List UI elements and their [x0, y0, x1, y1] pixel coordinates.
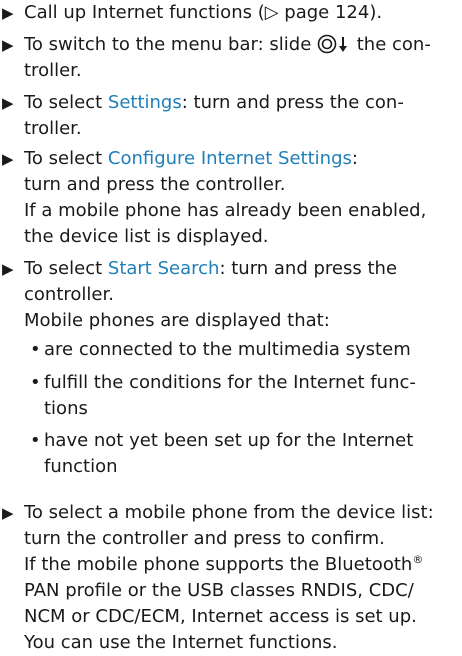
- condition-text: function: [44, 456, 118, 477]
- step-text: : turn and press the: [219, 258, 398, 279]
- condition-list-item: • have not yet been set up for the Intern…: [0, 428, 458, 480]
- step-text: turn the controller and press to confirm…: [24, 528, 385, 549]
- manual-page: ▶ Call up Internet functions (▷ page 124)…: [0, 0, 462, 653]
- step-text: To select: [24, 92, 103, 113]
- triangle-right-icon: ▶: [2, 4, 14, 22]
- step-text: :: [351, 148, 358, 169]
- step-note: the device list is displayed.: [24, 226, 269, 247]
- step-text: troller.: [24, 60, 82, 81]
- step-text: To select a mobile phone from the device…: [24, 502, 434, 523]
- controller-slide-down-icon: [317, 34, 347, 54]
- triangle-right-icon: ▶: [2, 94, 14, 112]
- bullet-icon: •: [30, 339, 41, 360]
- step-configure-internet: ▶ To select Configure Internet Settings: …: [0, 146, 458, 250]
- bullet-icon: •: [30, 430, 41, 451]
- menu-term-configure-internet-settings: Configure Internet Settings: [107, 148, 352, 169]
- step-switch-menu-bar: ▶ To switch to the menu bar: slide the co…: [0, 32, 458, 84]
- step-select-settings: ▶ To select Settings: turn and press the …: [0, 90, 458, 142]
- step-note: You can use the Internet functions.: [24, 632, 338, 653]
- condition-list-item: • are connected to the multimedia system: [0, 337, 458, 363]
- condition-text: tions: [44, 398, 88, 419]
- step-note: If a mobile phone has already been enabl…: [24, 200, 427, 221]
- registered-mark: ®: [412, 553, 424, 566]
- step-note: Mobile phones are displayed that:: [24, 310, 330, 331]
- triangle-right-icon: ▶: [2, 504, 14, 522]
- menu-term-start-search: Start Search: [107, 258, 220, 279]
- step-text: the con-: [356, 34, 431, 55]
- step-note: PAN profile or the USB classes RNDIS, CD…: [24, 580, 414, 601]
- step-start-search: ▶ To select Start Search: turn and press …: [0, 256, 458, 334]
- step-call-up-internet: ▶ Call up Internet functions (▷ page 124)…: [0, 0, 458, 26]
- condition-text: fulfill the conditions for the Internet …: [44, 372, 416, 393]
- step-note: If the mobile phone supports the Bluetoo…: [24, 554, 413, 575]
- triangle-right-icon: ▶: [2, 260, 14, 278]
- step-text: controller.: [24, 284, 114, 305]
- triangle-right-icon: ▶: [2, 150, 14, 168]
- condition-list-item: • fulfill the conditions for the Internet…: [0, 370, 458, 422]
- condition-text: have not yet been set up for the Interne…: [44, 430, 414, 451]
- step-note: NCM or CDC/ECM, Internet access is set u…: [24, 606, 417, 627]
- step-select-phone: ▶ To select a mobile phone from the devic…: [0, 500, 458, 656]
- step-text: To switch to the menu bar: slide: [24, 34, 312, 55]
- step-text: To select: [24, 258, 103, 279]
- step-text: : turn and press the con-: [181, 92, 404, 113]
- step-text: Call up Internet functions (▷ page 124).: [24, 2, 383, 23]
- bullet-icon: •: [30, 372, 41, 393]
- step-text: troller.: [24, 118, 82, 139]
- menu-term-settings: Settings: [107, 92, 182, 113]
- triangle-right-icon: ▶: [2, 36, 14, 54]
- step-text: turn and press the controller.: [24, 174, 286, 195]
- condition-text: are connected to the multimedia system: [44, 339, 411, 360]
- step-text: To select: [24, 148, 103, 169]
